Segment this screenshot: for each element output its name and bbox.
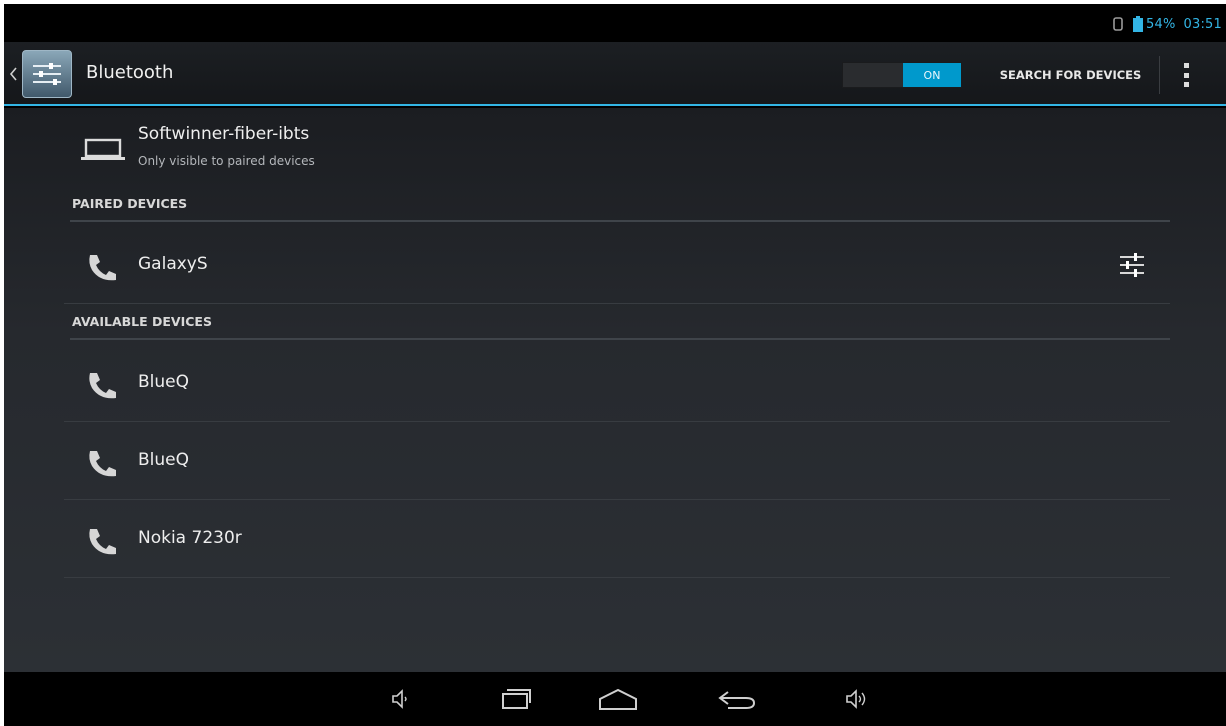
battery-icon <box>1133 16 1144 32</box>
volume-up-icon[interactable] <box>836 684 876 714</box>
settings-sliders-icon[interactable] <box>1114 248 1150 282</box>
available-devices-header: AVAILABLE DEVICES <box>70 306 1170 340</box>
android-screen: 54% 03:51 Bluetooth ON SEARCH FOR DEVICE… <box>4 4 1226 726</box>
up-caret-icon[interactable] <box>8 66 18 82</box>
visibility-status: Only visible to paired devices <box>138 154 315 168</box>
local-device-row[interactable]: Softwinner-fiber-ibts Only visible to pa… <box>4 108 1226 188</box>
volume-down-icon[interactable] <box>382 684 418 714</box>
laptop-icon <box>81 138 125 160</box>
bluetooth-status-icon <box>1112 16 1124 32</box>
bluetooth-settings-list: Softwinner-fiber-ibts Only visible to pa… <box>4 108 1226 672</box>
paired-devices-header: PAIRED DEVICES <box>70 188 1170 222</box>
available-device-row[interactable]: BlueQ <box>64 344 1170 422</box>
back-icon[interactable] <box>712 684 760 714</box>
available-device-row[interactable]: Nokia 7230r <box>64 500 1170 578</box>
action-bar: Bluetooth ON SEARCH FOR DEVICES <box>4 42 1226 106</box>
battery-percent: 54% <box>1146 16 1176 32</box>
status-indicators: 54% 03:51 <box>1112 14 1222 34</box>
available-device-row[interactable]: BlueQ <box>64 422 1170 500</box>
local-device-name: Softwinner-fiber-ibts <box>138 124 310 144</box>
paired-device-row[interactable]: GalaxyS <box>64 226 1170 304</box>
battery-indicator: 54% <box>1132 16 1176 32</box>
overflow-menu-icon[interactable] <box>1174 60 1198 90</box>
device-name: BlueQ <box>138 372 189 392</box>
recent-apps-icon[interactable] <box>494 684 538 714</box>
clock: 03:51 <box>1183 16 1222 32</box>
home-icon[interactable] <box>594 684 642 714</box>
bluetooth-toggle[interactable]: ON <box>842 62 962 88</box>
phone-icon <box>89 451 116 477</box>
system-navigation-bar <box>4 672 1226 726</box>
device-name: Nokia 7230r <box>138 528 242 548</box>
status-bar: 54% 03:51 <box>4 4 1226 42</box>
settings-app-icon[interactable] <box>22 50 72 98</box>
device-name: BlueQ <box>138 450 189 470</box>
search-for-devices-button[interactable]: SEARCH FOR DEVICES <box>982 56 1160 94</box>
toggle-on-label: ON <box>903 63 961 87</box>
device-name: GalaxyS <box>138 254 208 274</box>
phone-icon <box>89 255 116 281</box>
phone-icon <box>89 373 116 399</box>
page-title: Bluetooth <box>86 62 174 83</box>
phone-icon <box>89 529 116 555</box>
